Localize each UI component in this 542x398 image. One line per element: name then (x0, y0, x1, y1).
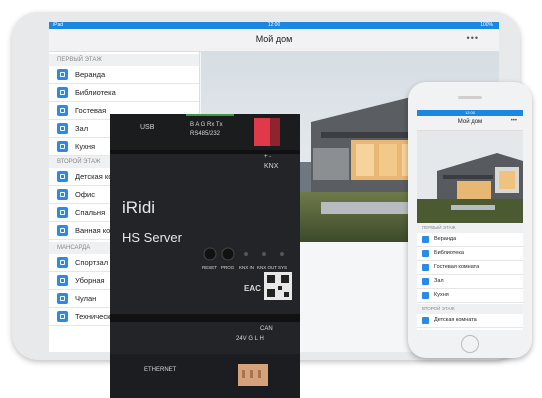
can-label: CAN (260, 326, 273, 332)
room-label: Ванная ко (75, 226, 111, 235)
room-label: Библиотека (434, 250, 464, 256)
room-label: Зал (434, 278, 444, 284)
model-name: HS Server (122, 230, 182, 245)
room-icon (57, 87, 68, 98)
room-icon (57, 123, 68, 134)
phone-speaker (458, 96, 482, 99)
room-icon (422, 292, 429, 299)
tablet-menu-button[interactable]: ••• (467, 33, 479, 43)
room-icon (422, 236, 429, 243)
phone-room-item[interactable]: Библиотека (417, 247, 523, 261)
phone-home-button[interactable] (461, 335, 479, 353)
room-icon (422, 250, 429, 257)
phone-house-photo (417, 131, 523, 223)
ethernet-label: ETHERNET (144, 367, 177, 373)
power-pins-label: 24V G L H (236, 336, 264, 342)
knx-label: KNX (264, 163, 279, 170)
tablet-status-time: 12:00 (267, 22, 281, 28)
room-icon (422, 264, 429, 271)
room-item[interactable]: Библиотека (49, 84, 199, 102)
room-label: Офис (75, 190, 95, 199)
rs-pins-label: B A G Rx Tx (190, 122, 223, 128)
room-label: Кухня (75, 142, 96, 151)
tablet-status-bar: iPad 12:00 100% (49, 22, 499, 29)
room-icon (57, 293, 68, 304)
room-label: Гостевая (75, 106, 107, 115)
room-icon (57, 171, 68, 182)
rs485-label: RS485/232 (190, 131, 221, 137)
tablet-nav-bar: Мой дом ••• (49, 29, 499, 52)
phone-room-item[interactable]: Зал (417, 275, 523, 289)
phone-device: 12:00 Мой дом ••• ПЕРВЫЙ ЭТАЖ Веранда Би… (408, 82, 532, 358)
room-label: Веранда (434, 236, 457, 242)
room-icon (57, 105, 68, 116)
phone-nav-bar: Мой дом ••• (417, 116, 523, 131)
led-label-knx-in: KNX IN (239, 265, 255, 270)
phone-section-header: ПЕРВЫЙ ЭТАЖ (417, 223, 523, 233)
led-label-prog: PROG (221, 265, 235, 270)
brand-logo: iRidi (122, 198, 156, 217)
phone-menu-button[interactable]: ••• (511, 118, 517, 124)
room-icon (57, 311, 68, 322)
room-label: Спальня (75, 208, 106, 217)
room-label: Библиотека (75, 88, 116, 97)
room-label: Гостевая комната (434, 264, 480, 270)
room-icon (422, 317, 429, 324)
room-label: Спортзал (75, 258, 109, 267)
tablet-status-battery: 100% (480, 22, 493, 28)
room-icon (422, 278, 429, 285)
room-icon (57, 189, 68, 200)
section-header: ПЕРВЫЙ ЭТАЖ (49, 54, 199, 66)
room-label: Техническ (75, 312, 111, 321)
led-label-sys: SYS (278, 265, 288, 270)
room-label: Детская ко (75, 172, 113, 181)
room-label: Уборная (75, 276, 105, 285)
led-label-knx-out: KNX OUT (257, 265, 278, 270)
phone-title: Мой дом (457, 119, 483, 125)
knx-pins-label: + - (264, 154, 272, 160)
room-item[interactable]: Веранда (49, 66, 199, 84)
room-icon (57, 69, 68, 80)
hs-server-device: USB B A G Rx Tx RS485/232 + - KNX iRidi … (108, 114, 308, 398)
phone-room-item[interactable]: Веранда (417, 233, 523, 247)
room-label: Зал (75, 124, 89, 133)
usb-label: USB (140, 124, 155, 131)
tablet-title: Мой дом (255, 34, 293, 44)
phone-room-item[interactable]: Кухня (417, 289, 523, 303)
phone-section-header: ВТОРОЙ ЭТАЖ (417, 304, 523, 314)
room-label: Детская комната (434, 317, 477, 323)
phone-room-item[interactable]: Детская комната (417, 314, 523, 328)
room-label: Веранда (75, 70, 106, 79)
phone-screen: 12:00 Мой дом ••• ПЕРВЫЙ ЭТАЖ Веранда Би… (417, 110, 523, 330)
eac-mark: EAC (244, 284, 261, 293)
phone-room-item[interactable]: Гостевая комната (417, 261, 523, 275)
room-label: Чулан (75, 294, 97, 303)
room-icon (57, 275, 68, 286)
room-label: Кухня (434, 292, 449, 298)
room-icon (57, 225, 68, 236)
room-icon (57, 207, 68, 218)
room-icon (57, 141, 68, 152)
led-label-reset: RESET (202, 265, 218, 270)
room-icon (57, 257, 68, 268)
